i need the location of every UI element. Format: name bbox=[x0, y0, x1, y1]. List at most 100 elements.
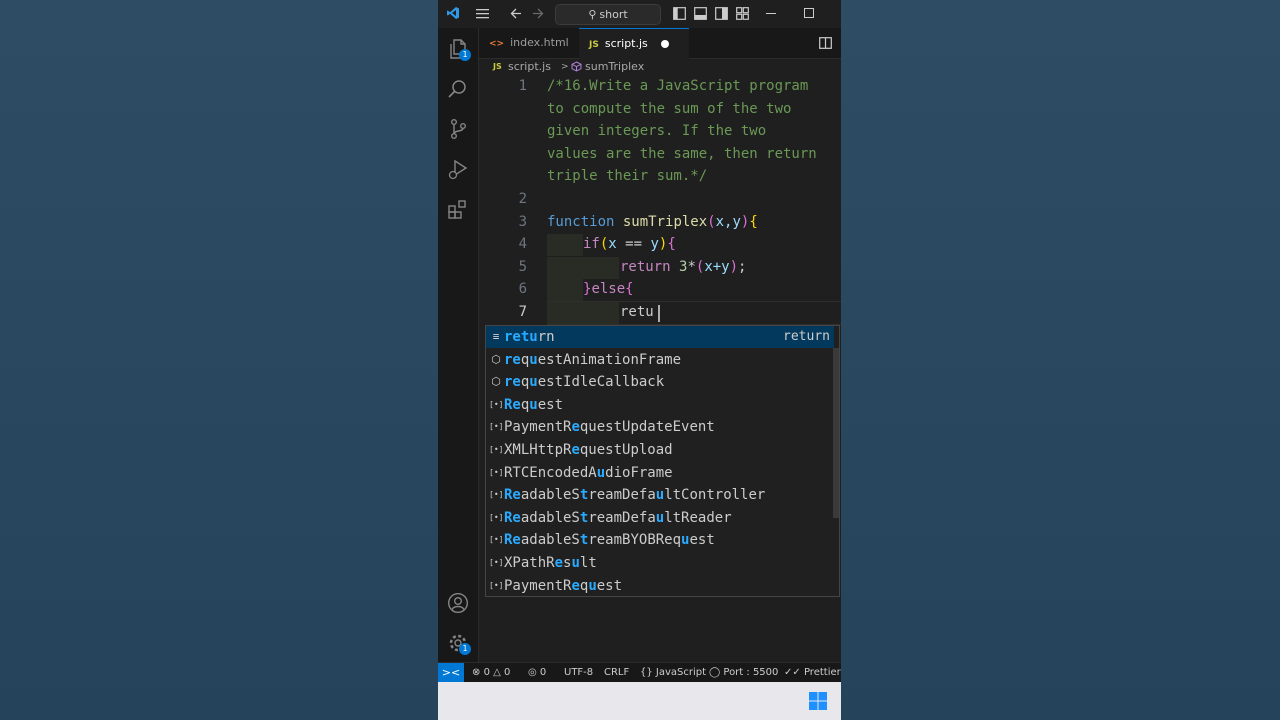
background-left bbox=[0, 0, 438, 720]
suggestion-item[interactable]: ≡ return return bbox=[486, 326, 834, 348]
keyword-icon: ≡ bbox=[492, 330, 500, 343]
code-line-7: retu bbox=[620, 304, 654, 320]
minimize-icon[interactable] bbox=[766, 13, 776, 15]
suggestion-item[interactable]: ⬡ requestIdleCallback bbox=[486, 371, 834, 393]
tab-script-js[interactable]: JS script.js bbox=[579, 28, 689, 59]
method-icon: ⬡ bbox=[491, 375, 501, 389]
suggestion-item[interactable]: [•] ReadableStreamDefaultController bbox=[486, 484, 834, 506]
remote-indicator-icon[interactable]: >< bbox=[438, 663, 464, 683]
back-arrow-icon[interactable] bbox=[510, 8, 522, 19]
code-line-4: if(x == y){ bbox=[583, 236, 676, 252]
vscode-logo-icon bbox=[447, 7, 459, 19]
language-indicator[interactable]: {} JavaScript bbox=[640, 663, 706, 683]
var: y bbox=[650, 236, 659, 252]
run-debug-icon[interactable] bbox=[447, 158, 469, 180]
breadcrumb: JS script.js > sumTriplex bbox=[479, 58, 841, 76]
code-line-3: function sumTriplex(x,y){ bbox=[547, 214, 758, 230]
semicolon: ; bbox=[738, 259, 747, 275]
code-line-6: }else{ bbox=[583, 281, 634, 297]
maximize-icon[interactable] bbox=[804, 8, 814, 18]
activity-bar: 1 1 bbox=[438, 28, 479, 662]
params: x,y bbox=[715, 214, 741, 230]
live-server-icon: ◯ bbox=[709, 667, 721, 678]
cube-icon bbox=[571, 61, 582, 72]
title-bar: ⚲ short bbox=[438, 0, 841, 28]
error-icon: ⊗ bbox=[472, 667, 481, 678]
split-editor-icon[interactable] bbox=[819, 37, 832, 49]
tab-label: index.html bbox=[510, 36, 569, 49]
prettier-label: Prettier bbox=[803, 667, 841, 678]
toggle-primary-sidebar-icon[interactable] bbox=[673, 7, 686, 20]
breadcrumb-file[interactable]: script.js bbox=[508, 58, 551, 76]
comment-line: /*16.Write a JavaScript program bbox=[547, 78, 809, 94]
paren: ( bbox=[707, 214, 716, 230]
suggestion-label: XMLHttpRequestUpload bbox=[504, 442, 673, 458]
background-right bbox=[841, 0, 1280, 720]
tab-label: script.js bbox=[604, 37, 648, 50]
line-number: 5 bbox=[518, 259, 527, 275]
line-number: 1 bbox=[518, 78, 527, 94]
var: x bbox=[608, 236, 617, 252]
source-control-icon[interactable] bbox=[447, 118, 469, 140]
suggestion-item[interactable]: [•] PaymentRequest bbox=[486, 575, 834, 597]
operator: * bbox=[687, 259, 696, 275]
toggle-panel-icon[interactable] bbox=[694, 7, 707, 20]
prettier-indicator[interactable]: ✓✓ Prettier bbox=[784, 663, 841, 683]
variable-icon: [•] bbox=[489, 422, 504, 432]
search-text: short bbox=[599, 8, 628, 21]
command-center-search[interactable]: ⚲ short bbox=[555, 4, 661, 25]
suggestion-label: ReadableStreamDefaultController bbox=[504, 487, 766, 504]
function-name: sumTriplex bbox=[622, 214, 708, 230]
suggestion-item[interactable]: [•] ReadableStreamDefaultReader bbox=[486, 507, 834, 529]
breadcrumb-separator: > bbox=[561, 62, 569, 72]
suggestion-item[interactable]: [•] ReadableStreamBYOBRequest bbox=[486, 529, 834, 551]
windows-start-icon[interactable] bbox=[809, 692, 827, 710]
menu-icon[interactable] bbox=[476, 8, 489, 19]
suggestion-label: ReadableStreamBYOBRequest bbox=[504, 532, 715, 549]
paren: ) bbox=[729, 259, 739, 275]
suggestion-label: ReadableStreamDefaultReader bbox=[504, 509, 732, 526]
variable-icon: [•] bbox=[489, 399, 504, 409]
customize-layout-icon[interactable] bbox=[736, 7, 749, 20]
suggestion-detail: return bbox=[783, 329, 830, 344]
suggestion-item[interactable]: ⬡ requestAnimationFrame bbox=[486, 349, 834, 371]
tab-index-html[interactable]: <> index.html bbox=[479, 28, 577, 58]
variable-icon: [•] bbox=[489, 580, 504, 590]
ports-indicator[interactable]: ◎ 0 bbox=[528, 663, 546, 683]
comment-line: given integers. If the two bbox=[547, 123, 767, 139]
suggestion-item[interactable]: [•] XPathResult bbox=[486, 552, 834, 574]
autocomplete-suggestions: ≡ return return ⬡ requestAnimationFrame ⬡ requ… bbox=[485, 325, 840, 597]
problems-indicator[interactable]: ⊗ 0 △ 0 bbox=[472, 663, 510, 683]
js-file-icon: JS bbox=[493, 62, 502, 71]
operator: == bbox=[616, 236, 651, 252]
explorer-badge: 1 bbox=[459, 49, 471, 61]
brace: { bbox=[749, 214, 758, 230]
variable-icon: [•] bbox=[489, 467, 504, 477]
warning-icon: △ bbox=[493, 667, 501, 678]
keyword: else bbox=[591, 281, 626, 297]
search-icon[interactable] bbox=[447, 78, 469, 100]
forward-arrow-icon[interactable] bbox=[532, 8, 544, 19]
indent-guide bbox=[547, 234, 583, 256]
suggestion-label: Request bbox=[504, 396, 564, 413]
text-cursor bbox=[658, 305, 660, 322]
live-server-port[interactable]: ◯ Port : 5500 bbox=[709, 663, 778, 683]
breadcrumb-symbol[interactable]: sumTriplex bbox=[585, 58, 644, 76]
extensions-icon[interactable] bbox=[447, 198, 469, 220]
editor-tabs: <> index.html JS script.js bbox=[479, 28, 841, 59]
eol-indicator[interactable]: CRLF bbox=[604, 663, 629, 683]
suggestion-item[interactable]: [•] RTCEncodedAudioFrame bbox=[486, 462, 834, 484]
encoding-indicator[interactable]: UTF-8 bbox=[564, 663, 593, 683]
account-icon[interactable] bbox=[447, 592, 469, 614]
indent-guide bbox=[547, 302, 583, 324]
error-count: 0 bbox=[483, 667, 490, 678]
variable-icon: [•] bbox=[489, 558, 504, 567]
line-number: 2 bbox=[518, 191, 527, 207]
unsaved-dot-icon[interactable] bbox=[661, 40, 669, 48]
suggestion-item[interactable]: [•] Request bbox=[486, 394, 834, 416]
suggestion-item[interactable]: [•] XMLHttpRequestUpload bbox=[486, 439, 834, 461]
windows-taskbar bbox=[438, 682, 841, 720]
toggle-secondary-sidebar-icon[interactable] bbox=[715, 7, 728, 20]
keyword: if bbox=[583, 236, 600, 252]
suggestion-item[interactable]: [•] PaymentRequestUpdateEvent bbox=[486, 416, 834, 438]
